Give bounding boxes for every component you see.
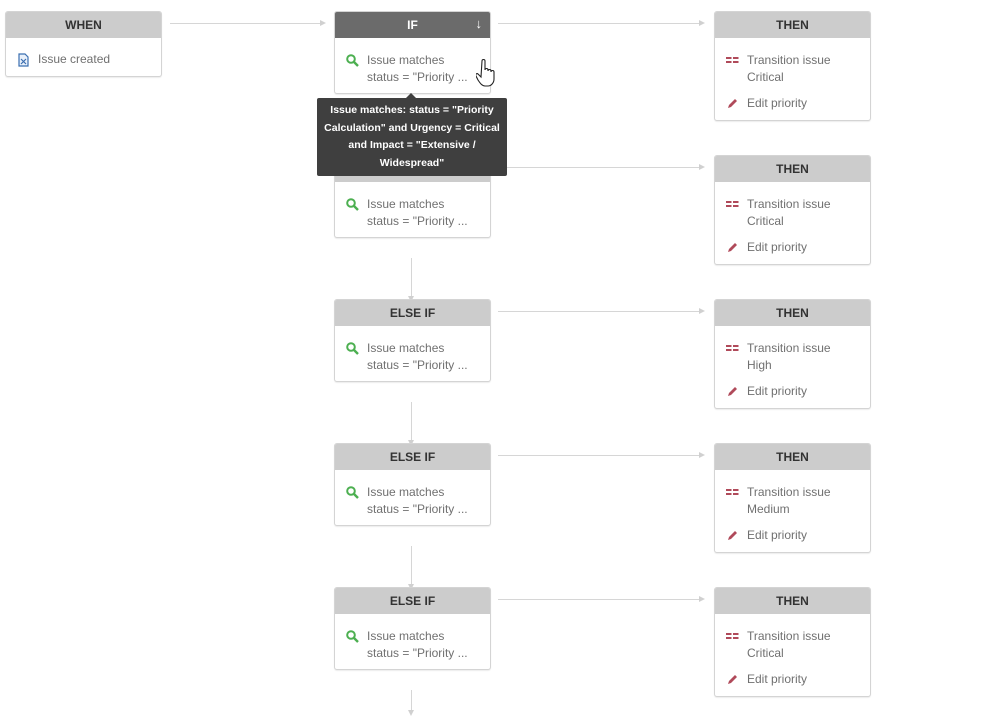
transition-icon	[725, 196, 739, 208]
then-card[interactable]: THEN Transition issue Critical Edit prior…	[714, 587, 871, 697]
search-icon	[345, 340, 359, 355]
edit-action[interactable]: Edit priority	[715, 662, 870, 688]
condition-item[interactable]: Issue matches status = "Priority ...	[335, 470, 490, 518]
issue-created-icon	[16, 51, 30, 67]
connector-arrow	[408, 690, 414, 716]
condition-title: Issue matches	[367, 341, 445, 355]
condition-item[interactable]: Issue matches status = "Priority ...	[335, 326, 490, 374]
transition-icon	[725, 628, 739, 640]
edit-action[interactable]: Edit priority	[715, 518, 870, 544]
transition-action[interactable]: Transition issue Critical	[715, 614, 870, 662]
transition-label: Transition issue	[747, 485, 831, 499]
condition-item[interactable]: Issue matches status = "Priority ...	[335, 38, 490, 86]
transition-target: High	[747, 358, 772, 372]
edit-label: Edit priority	[747, 240, 808, 254]
transition-icon	[725, 484, 739, 496]
transition-target: Critical	[747, 646, 784, 660]
condition-tooltip: Issue matches: status = "Priority Calcul…	[317, 93, 507, 176]
then-card[interactable]: THEN Transition issue Medium Edit priorit…	[714, 443, 871, 553]
connector-arrow	[498, 20, 705, 26]
condition-header: ELSE IF	[335, 588, 490, 614]
when-header: WHEN	[6, 12, 161, 38]
search-icon	[345, 52, 359, 67]
when-card[interactable]: WHEN Issue created	[5, 11, 162, 77]
condition-card[interactable]: ELSE IF Issue matches status = "Priority …	[334, 299, 491, 382]
edit-action[interactable]: Edit priority	[715, 230, 870, 256]
then-card[interactable]: THEN Transition issue Critical Edit prior…	[714, 11, 871, 121]
transition-action[interactable]: Transition issue Medium	[715, 470, 870, 518]
condition-summary: status = "Priority ...	[367, 646, 468, 660]
trigger-item[interactable]: Issue created	[6, 38, 161, 68]
connector-arrow	[498, 164, 705, 170]
then-header: THEN	[715, 588, 870, 614]
edit-label: Edit priority	[747, 384, 808, 398]
pencil-icon	[725, 383, 739, 398]
pencil-icon	[725, 95, 739, 110]
connector-arrow	[498, 452, 705, 458]
transition-icon	[725, 340, 739, 352]
condition-title: Issue matches	[367, 629, 445, 643]
condition-summary: status = "Priority ...	[367, 358, 468, 372]
edit-action[interactable]: Edit priority	[715, 374, 870, 400]
condition-summary: status = "Priority ...	[367, 502, 468, 516]
trigger-label: Issue created	[38, 52, 111, 66]
connector-arrow	[498, 308, 705, 314]
transition-target: Medium	[747, 502, 790, 516]
connector-arrow	[408, 258, 414, 302]
then-card[interactable]: THEN Transition issue High Edit priority	[714, 299, 871, 409]
connector-arrow	[408, 546, 414, 590]
transition-target: Critical	[747, 214, 784, 228]
condition-item[interactable]: Issue matches status = "Priority ...	[335, 614, 490, 662]
search-icon	[345, 628, 359, 643]
condition-summary: status = "Priority ...	[367, 70, 468, 84]
transition-label: Transition issue	[747, 341, 831, 355]
transition-icon	[725, 52, 739, 64]
condition-summary: status = "Priority ...	[367, 214, 468, 228]
pencil-icon	[725, 239, 739, 254]
transition-action[interactable]: Transition issue Critical	[715, 182, 870, 230]
transition-target: Critical	[747, 70, 784, 84]
pencil-icon	[725, 527, 739, 542]
condition-title: Issue matches	[367, 485, 445, 499]
connector-arrow	[498, 596, 705, 602]
edit-action[interactable]: Edit priority	[715, 86, 870, 112]
condition-item[interactable]: Issue matches status = "Priority ...	[335, 182, 490, 230]
connector-arrow	[170, 20, 326, 26]
condition-card[interactable]: ELSE IF Issue matches status = "Priority …	[334, 443, 491, 526]
search-icon	[345, 484, 359, 499]
then-header: THEN	[715, 156, 870, 182]
condition-header: ELSE IF	[335, 300, 490, 326]
hand-cursor-icon	[476, 58, 495, 87]
pencil-icon	[725, 671, 739, 686]
condition-title: Issue matches	[367, 197, 445, 211]
condition-title: Issue matches	[367, 53, 445, 67]
edit-label: Edit priority	[747, 672, 808, 686]
transition-label: Transition issue	[747, 197, 831, 211]
then-card[interactable]: THEN Transition issue Critical Edit prior…	[714, 155, 871, 265]
then-header: THEN	[715, 12, 870, 38]
edit-label: Edit priority	[747, 528, 808, 542]
transition-label: Transition issue	[747, 629, 831, 643]
condition-header: ELSE IF	[335, 444, 490, 470]
then-header: THEN	[715, 300, 870, 326]
search-icon	[345, 196, 359, 211]
then-header: THEN	[715, 444, 870, 470]
transition-action[interactable]: Transition issue High	[715, 326, 870, 374]
transition-label: Transition issue	[747, 53, 831, 67]
condition-card[interactable]: ELSE IF Issue matches status = "Priority …	[334, 587, 491, 670]
edit-label: Edit priority	[747, 96, 808, 110]
connector-arrow	[408, 402, 414, 446]
condition-header: IF	[335, 12, 490, 38]
arrow-down-icon[interactable]: ↓	[476, 16, 483, 31]
transition-action[interactable]: Transition issue Critical	[715, 38, 870, 86]
condition-card[interactable]: IF ↓ Issue matches status = "Priority ...	[334, 11, 491, 94]
